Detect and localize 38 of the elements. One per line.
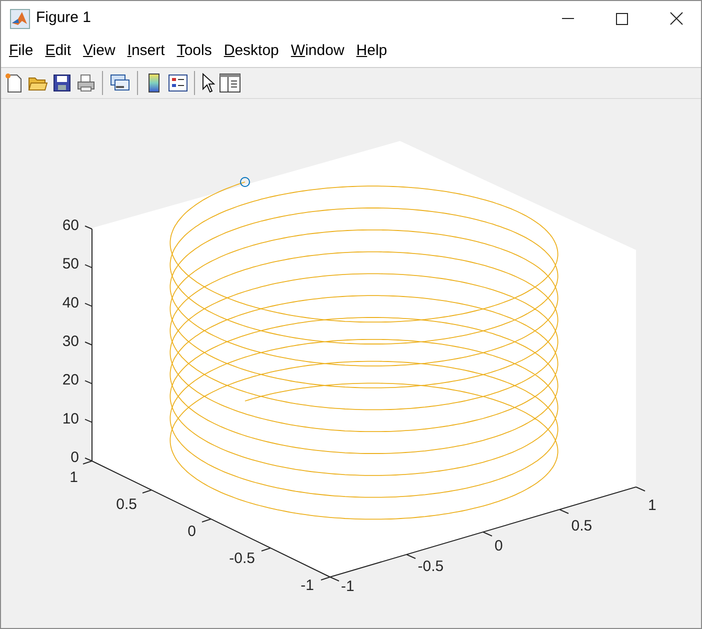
tick-label: 50 bbox=[62, 256, 79, 273]
end-point-marker bbox=[240, 177, 250, 187]
printer-icon[interactable] bbox=[76, 73, 96, 93]
menu-item[interactable]: File bbox=[3, 40, 40, 63]
tick-label: -1 bbox=[300, 577, 314, 594]
pointer-icon[interactable] bbox=[201, 73, 215, 93]
tick-label: 0 bbox=[494, 538, 503, 554]
panel-layout-icon[interactable] bbox=[219, 73, 241, 93]
app-logo-icon bbox=[10, 8, 30, 28]
minimize-icon bbox=[562, 18, 574, 20]
tick-label: 30 bbox=[62, 333, 79, 350]
tick-label: -1 bbox=[341, 578, 354, 595]
close-icon bbox=[670, 12, 682, 25]
legend-icon[interactable] bbox=[168, 73, 188, 93]
menu-item[interactable]: Desktop bbox=[218, 40, 285, 63]
menu-item[interactable]: Edit bbox=[39, 40, 78, 63]
tick-label: 0.5 bbox=[571, 517, 592, 534]
tick-label: 0.5 bbox=[116, 496, 137, 513]
menu-item[interactable]: Insert bbox=[121, 40, 171, 63]
menu-item[interactable]: Help bbox=[350, 40, 394, 63]
window-title: Figure 1 bbox=[36, 8, 92, 28]
tick-label: 40 bbox=[62, 294, 79, 312]
tick-label: -0.5 bbox=[229, 550, 255, 567]
tick-label: 1 bbox=[70, 469, 78, 486]
menu-item[interactable]: View bbox=[77, 40, 122, 63]
tick-label: 0 bbox=[70, 449, 79, 466]
tick-label: 60 bbox=[62, 217, 79, 234]
linked-windows-icon[interactable] bbox=[109, 73, 131, 93]
new-file-icon[interactable] bbox=[4, 73, 24, 93]
tick-label: 10 bbox=[62, 410, 79, 428]
tick-label: 0 bbox=[188, 523, 196, 540]
maximize-icon bbox=[616, 12, 628, 24]
tick-label: 20 bbox=[62, 372, 79, 389]
save-icon[interactable] bbox=[52, 73, 72, 93]
tick-label: -0.5 bbox=[418, 558, 444, 575]
tick-label: 1 bbox=[648, 497, 656, 514]
menu-item[interactable]: Window bbox=[284, 40, 350, 63]
menu-item[interactable]: Tools bbox=[170, 40, 218, 63]
